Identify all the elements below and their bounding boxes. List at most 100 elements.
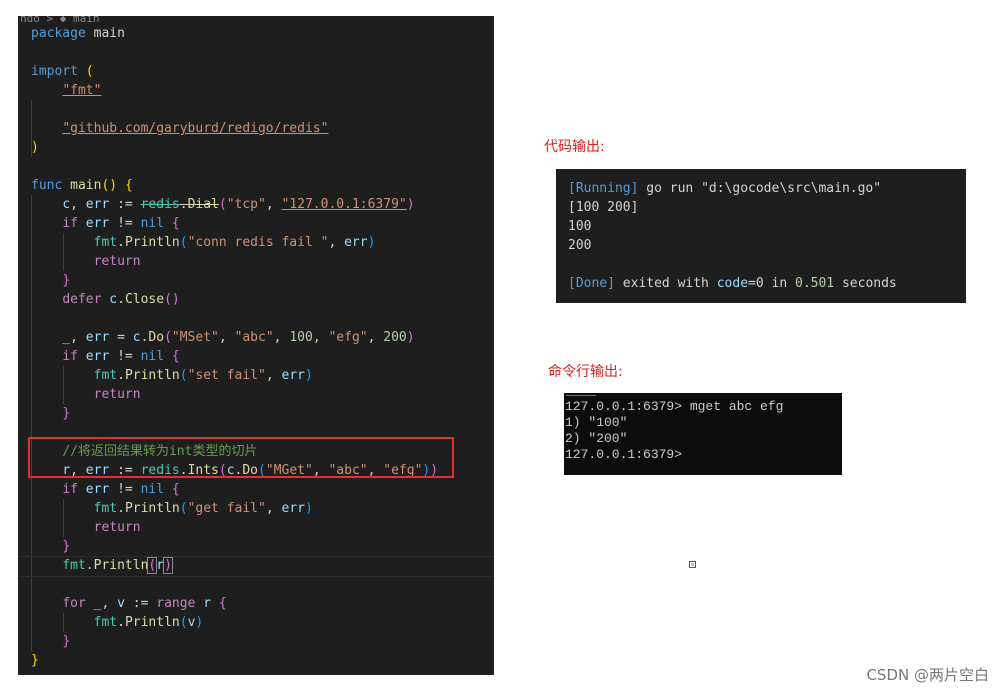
code-token: err — [85, 349, 110, 364]
code-token: "conn redis fail " — [187, 235, 329, 250]
code-line[interactable]: } — [31, 537, 494, 556]
code-token: ( — [179, 615, 188, 630]
code-token: . — [179, 197, 188, 212]
code-token: ( — [179, 368, 188, 383]
code-token: fmt — [93, 615, 118, 630]
code-token: main — [70, 178, 102, 193]
running-command: go run "d:\gocode\src\main.go" — [638, 181, 882, 196]
code-line[interactable] — [31, 309, 494, 328]
code-token: , — [273, 330, 290, 345]
code-token: if — [62, 482, 78, 497]
code-token: return — [93, 254, 141, 269]
code-token: 100 — [289, 330, 313, 345]
code-token: c — [62, 197, 71, 212]
code-token: "127.0.0.1:6379" — [281, 197, 407, 212]
cmd-cut-text — [566, 393, 596, 396]
code-line[interactable]: return — [31, 518, 494, 537]
code-line[interactable]: func main() { — [31, 176, 494, 195]
code-line[interactable]: } — [31, 632, 494, 651]
code-line[interactable]: "fmt" — [31, 81, 494, 100]
code-token: != — [109, 216, 141, 231]
running-tag: [Running] — [568, 181, 639, 196]
code-editor[interactable]: ngo > ◆ main package main import ( "fmt" … — [18, 16, 494, 675]
code-token: . — [117, 501, 125, 516]
code-line[interactable]: if err != nil { — [31, 214, 494, 233]
code-line[interactable]: return — [31, 252, 494, 271]
code-line[interactable]: return — [31, 385, 494, 404]
code-value: =0 — [748, 276, 764, 291]
code-token: r — [203, 596, 212, 611]
code-token: } — [62, 634, 71, 649]
code-line[interactable]: fmt.Println("conn redis fail ", err) — [31, 233, 494, 252]
code-token: } — [62, 273, 71, 288]
code-lines[interactable]: package main import ( "fmt" "github.com/g… — [18, 24, 494, 670]
code-token: , — [70, 330, 86, 345]
code-token: } — [31, 653, 39, 668]
code-token: , — [265, 501, 282, 516]
code-line[interactable] — [31, 157, 494, 176]
code-line[interactable]: } — [31, 271, 494, 290]
code-token: . — [117, 615, 125, 630]
code-token: . — [85, 558, 94, 573]
code-token: if — [62, 216, 78, 231]
code-line[interactable]: c, err := redis.Dial("tcp", "127.0.0.1:6… — [31, 195, 494, 214]
code-line[interactable] — [31, 43, 494, 62]
code-token: ( — [164, 330, 172, 345]
code-token: fmt — [93, 235, 118, 250]
code-line[interactable] — [31, 100, 494, 119]
code-line[interactable]: import ( — [31, 62, 494, 81]
code-token: c — [109, 292, 118, 307]
cmd-panel: 127.0.0.1:6379> mget abc efg 1) "100" 2) "… — [564, 393, 842, 475]
code-line[interactable]: defer c.Close() — [31, 290, 494, 309]
code-token: ( — [179, 235, 188, 250]
code-line[interactable]: ) — [31, 138, 494, 157]
code-token: if — [62, 349, 78, 364]
code-token: redis — [140, 197, 180, 212]
code-token: ) — [195, 615, 204, 630]
editor-breadcrumb: ngo > ◆ main — [18, 16, 494, 22]
done-tag: [Done] — [568, 276, 615, 291]
code-line[interactable]: fmt.Println("set fail", err) — [31, 366, 494, 385]
restore-icon[interactable]: ▫ — [689, 561, 696, 568]
code-token: ) — [31, 140, 39, 155]
code-line[interactable]: fmt.Println(r) — [18, 556, 494, 577]
code-token: , — [70, 197, 86, 212]
code-token: "abc" — [234, 330, 274, 345]
cmd-output-label: 命令行输出: — [548, 364, 623, 380]
code-token: nil — [140, 349, 165, 364]
output-line: 100 — [568, 219, 592, 234]
code-token: , — [328, 235, 345, 250]
code-line[interactable]: package main — [31, 24, 494, 43]
code-line[interactable]: if err != nil { — [31, 347, 494, 366]
code-token: , — [218, 330, 235, 345]
code-line[interactable] — [31, 575, 494, 594]
code-line[interactable]: for _, v := range r { — [31, 594, 494, 613]
code-token: err — [85, 482, 110, 497]
code-line[interactable]: if err != nil { — [31, 480, 494, 499]
code-token: nil — [140, 216, 165, 231]
code-line[interactable]: } — [31, 404, 494, 423]
code-token: () — [164, 292, 180, 307]
highlight-box — [28, 437, 454, 478]
code-line[interactable]: } — [31, 651, 494, 670]
code-token: 200 — [383, 330, 407, 345]
code-token: , — [312, 330, 329, 345]
code-line[interactable]: _, err = c.Do("MSet", "abc", 100, "efg",… — [31, 328, 494, 347]
code-line[interactable]: fmt.Println(v) — [31, 613, 494, 632]
code-line[interactable]: "github.com/garyburd/redigo/redis" — [31, 119, 494, 138]
code-token: "set fail" — [187, 368, 266, 383]
code-line[interactable]: fmt.Println("get fail", err) — [31, 499, 494, 518]
